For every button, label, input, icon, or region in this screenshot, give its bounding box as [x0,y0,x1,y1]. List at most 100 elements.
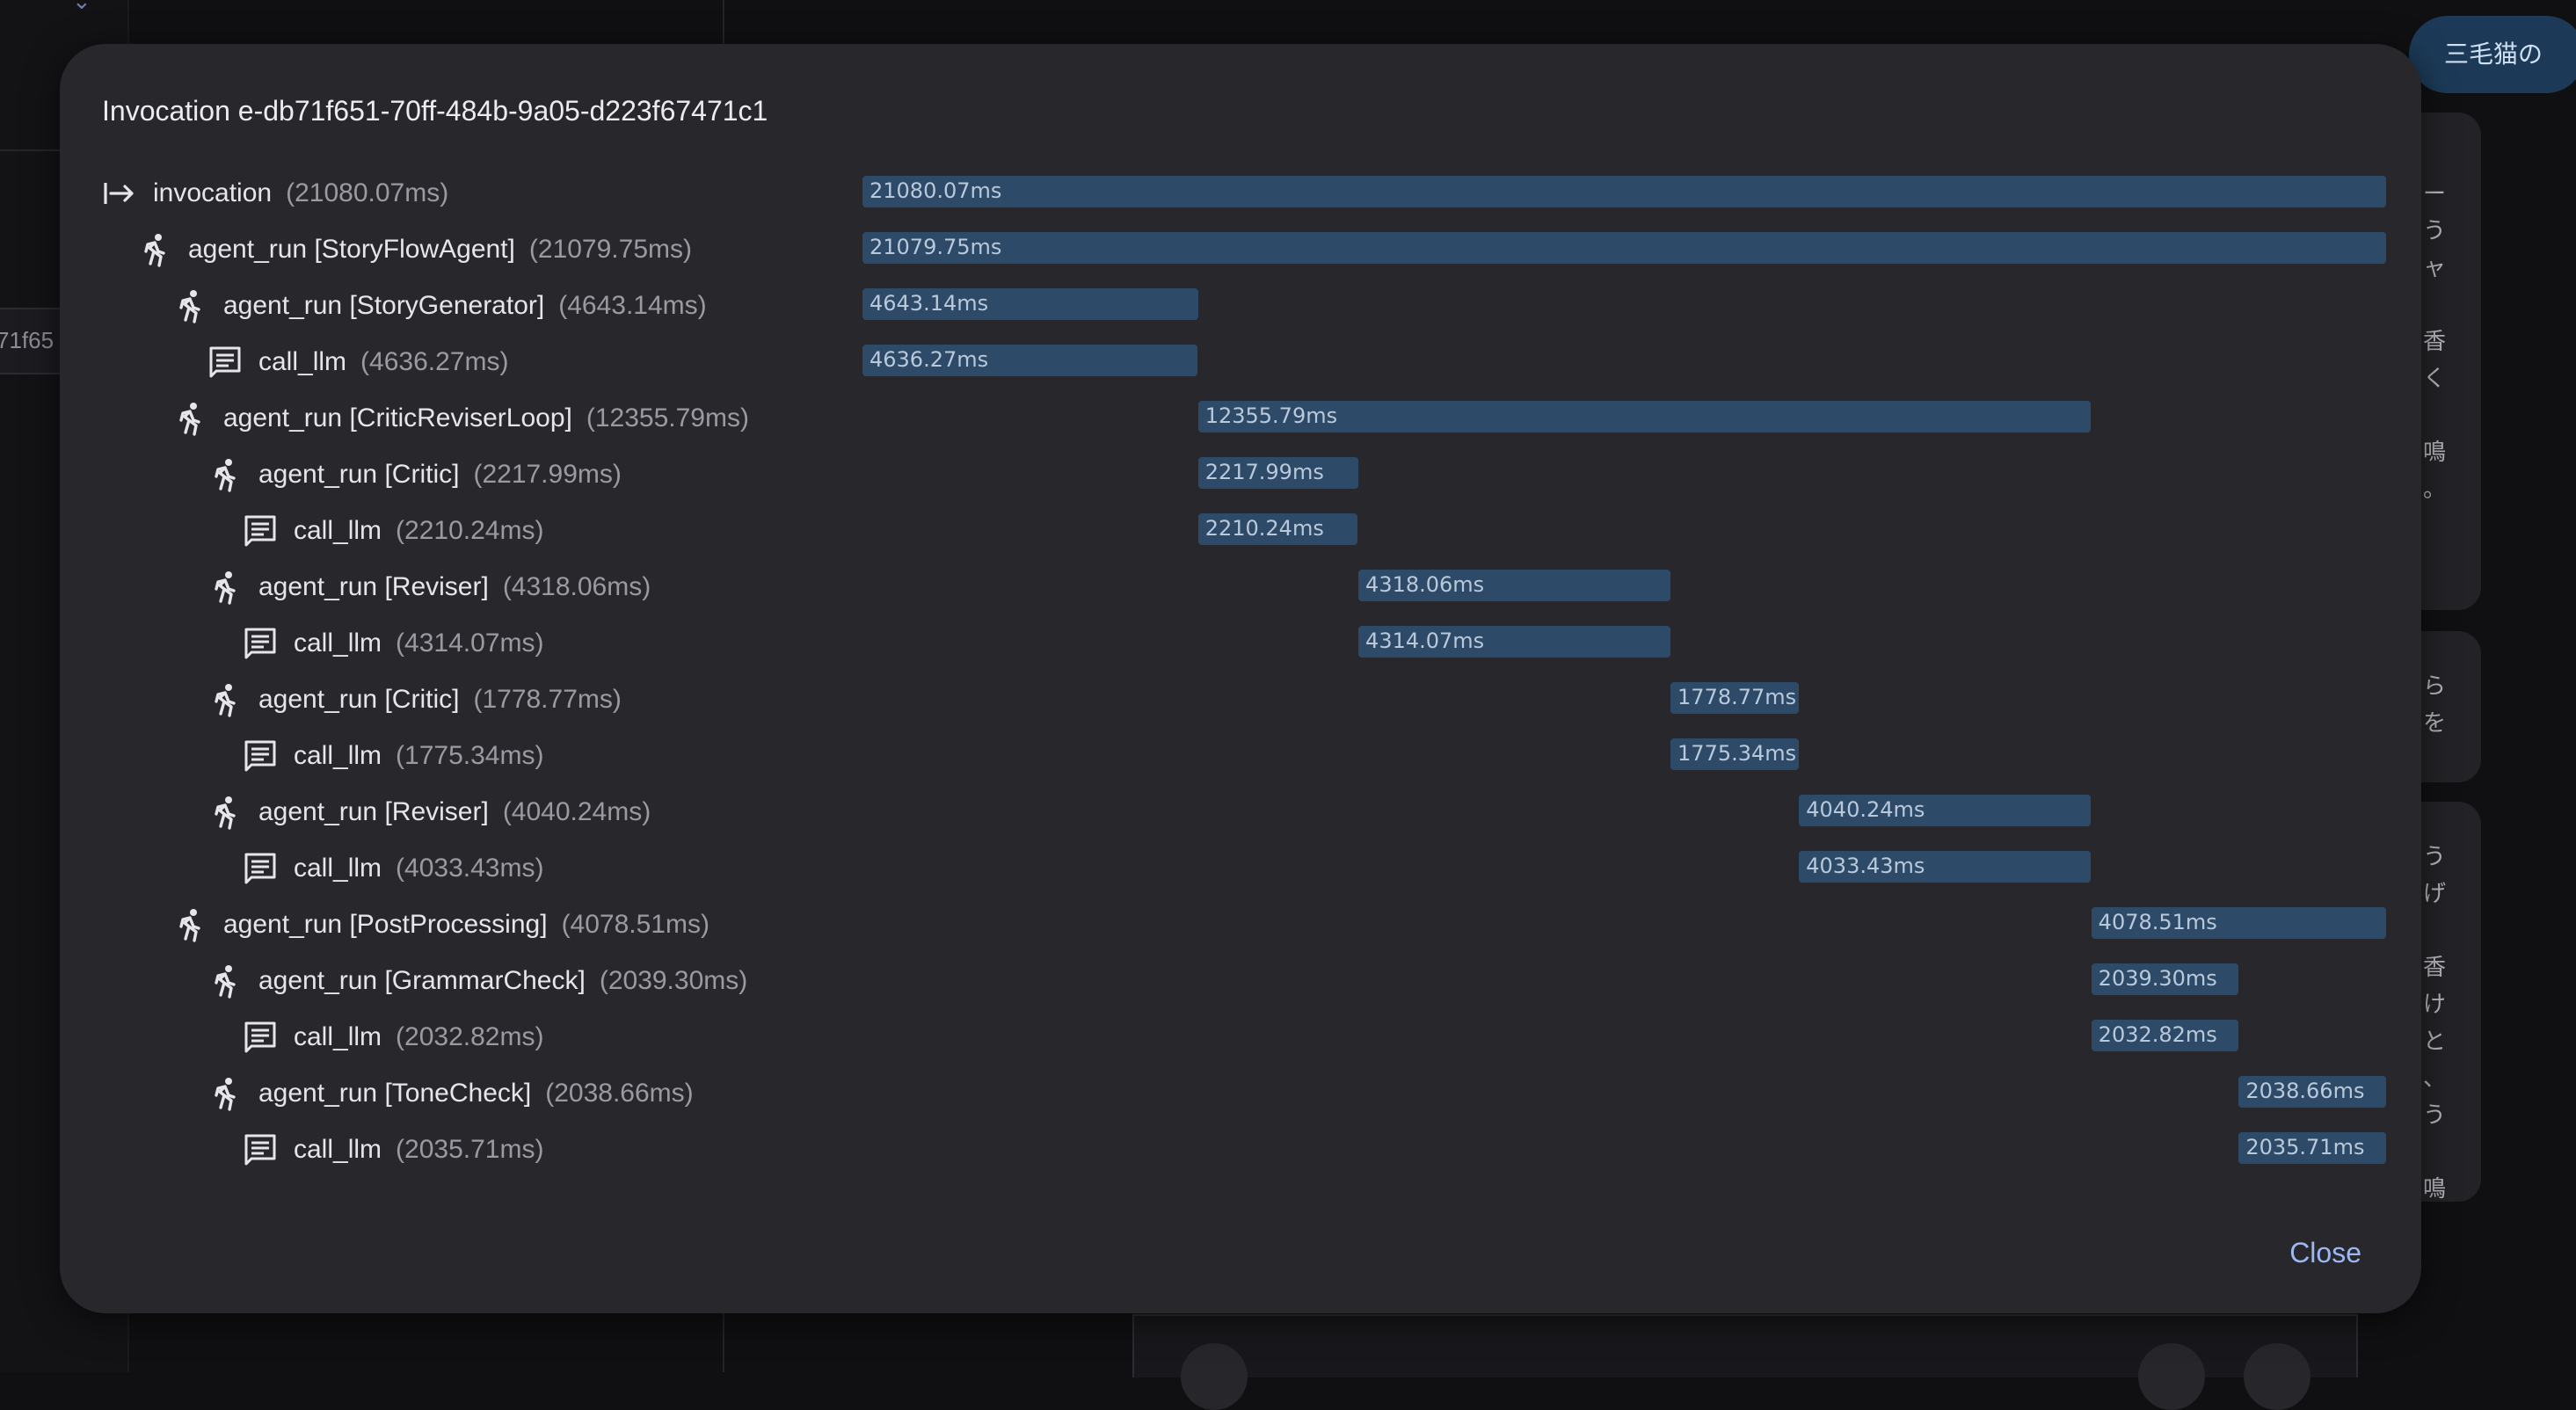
timeline-bar[interactable]: 2039.30ms [2091,963,2239,995]
span-name: agent_run [CriticReviserLoop] [223,403,572,432]
trace-row[interactable]: agent_run [GrammarCheck] (2039.30ms) 2039.… [60,953,2421,1009]
trace-row-label: call_llm (4636.27ms) [207,334,508,390]
microphone-icon[interactable] [2138,1343,2205,1410]
background-card-text: を [2423,709,2447,736]
span-duration: (4318.06ms) [502,572,651,601]
trace-row[interactable]: call_llm (4033.43ms) 4033.43ms [60,840,2421,897]
timeline-bar[interactable]: 2035.71ms [2238,1132,2386,1164]
trace-row[interactable]: call_llm (2032.82ms) 2032.82ms [60,1009,2421,1065]
timeline-bar[interactable]: 4040.24ms [1799,795,2092,826]
span-name: call_llm [294,1135,382,1164]
trace-row-label: call_llm (4033.43ms) [243,840,543,897]
span-name: agent_run [GrammarCheck] [258,966,586,995]
trace-row[interactable]: agent_run [Reviser] (4318.06ms) 4318.06ms [60,559,2421,615]
span-name: agent_run [PostProcessing] [223,910,548,939]
background-event-id-cell[interactable]: 71f65 [0,308,67,374]
trace-row[interactable]: agent_run [PostProcessing] (4078.51ms) 407… [60,897,2421,953]
background-card-text: 香 [2423,328,2447,354]
trace-row[interactable]: agent_run [ToneCheck] (2038.66ms) 2038.66m… [60,1065,2421,1122]
timeline-bar[interactable]: 1778.77ms [1670,682,1800,714]
span-duration: (4643.14ms) [558,291,707,320]
trace-row-label: call_llm (2032.82ms) [243,1009,543,1065]
background-card-text: と [2423,1028,2447,1054]
background-card-text: ー [2423,180,2447,207]
trace-row[interactable]: call_llm (4314.07ms) 4314.07ms [60,615,2421,672]
trace-row[interactable]: call_llm (2210.24ms) 2210.24ms [60,503,2421,559]
trace-row-label: call_llm (2035.71ms) [243,1122,543,1178]
chevron-down-icon[interactable]: ⌄ [72,0,91,15]
dialog-title: Invocation e-db71f651-70ff-484b-9a05-d22… [102,95,768,127]
span-name: agent_run [Reviser] [258,572,489,601]
span-name: call_llm [294,516,382,545]
span-duration: (4078.51ms) [561,910,709,939]
timeline-bar[interactable]: 21079.75ms [862,232,2386,264]
trace-row[interactable]: agent_run [StoryFlowAgent] (21079.75ms) 21… [60,222,2421,278]
llm-message-icon [207,345,243,380]
span-duration: (21080.07ms) [286,178,449,207]
attach-icon[interactable] [1181,1343,1248,1410]
trace-row-label: agent_run [Critic] (2217.99ms) [207,447,622,503]
timeline-bar[interactable]: 4643.14ms [862,288,1198,320]
timeline-bar-label: 2210.24ms [1204,516,1324,541]
background-card-text: く [2423,365,2447,391]
timeline-bar-label: 21079.75ms [870,235,1002,259]
trace-row-label: agent_run [Reviser] (4040.24ms) [207,784,651,840]
timeline-bar[interactable]: 2032.82ms [2091,1020,2238,1051]
trace-row[interactable]: call_llm (4636.27ms) 4636.27ms [60,334,2421,390]
trace-row-label: agent_run [CriticReviserLoop] (12355.79ms… [172,390,749,447]
llm-message-icon [243,851,278,886]
span-name: call_llm [294,629,382,658]
background-card-text: 鳴 [2423,1175,2447,1202]
timeline-bar-label: 4318.06ms [1365,572,1485,597]
trace-row-label: agent_run [StoryFlowAgent] (21079.75ms) [137,222,692,278]
timeline-bar-label: 4314.07ms [1365,629,1485,653]
timeline-bar[interactable]: 1775.34ms [1670,738,1799,770]
timeline-bar[interactable]: 2217.99ms [1197,457,1359,489]
timeline-bar-label: 4033.43ms [1806,854,1925,878]
send-icon[interactable] [2244,1343,2310,1410]
span-name: agent_run [Critic] [258,685,460,714]
span-duration: (2032.82ms) [396,1022,544,1051]
trace-row[interactable]: agent_run [Critic] (2217.99ms) 2217.99ms [60,447,2421,503]
span-duration: (4033.43ms) [396,854,544,883]
trace-row[interactable]: agent_run [CriticReviserLoop] (12355.79ms… [60,390,2421,447]
background-card-text: う [2423,843,2447,869]
background-user-message-pill[interactable]: 三毛猫の [2409,16,2576,93]
background-card-text: 鳴 [2423,439,2447,465]
timeline-bar-label: 4636.27ms [870,347,989,372]
trace-row[interactable]: invocation (21080.07ms) 21080.07ms [60,165,2421,222]
trace-row-label: agent_run [ToneCheck] (2038.66ms) [207,1065,694,1122]
trace-row[interactable]: agent_run [StoryGenerator] (4643.14ms) 464… [60,278,2421,334]
timeline-bar-label: 12355.79ms [1204,403,1338,428]
span-duration: (2217.99ms) [473,460,622,489]
trace-row[interactable]: agent_run [Critic] (1778.77ms) 1778.77ms [60,672,2421,728]
span-name: invocation [153,178,273,207]
timeline-bar[interactable]: 4033.43ms [1799,851,2091,883]
span-duration: (2210.24ms) [396,516,544,545]
span-name: call_llm [258,347,347,376]
timeline-bar[interactable]: 2038.66ms [2238,1076,2386,1108]
timeline-bar[interactable]: 4078.51ms [2091,907,2386,939]
timeline-bar[interactable]: 4636.27ms [862,345,1198,376]
span-name: agent_run [Reviser] [258,797,489,826]
timeline-bar[interactable]: 2210.24ms [1197,513,1358,545]
background-card-text: け [2423,991,2447,1017]
running-agent-icon [137,232,172,267]
timeline-bar[interactable]: 4318.06ms [1358,570,1671,601]
span-duration: (12355.79ms) [586,403,749,432]
running-agent-icon [207,570,243,605]
trace-row-label: agent_run [PostProcessing] (4078.51ms) [172,897,709,953]
running-agent-icon [207,682,243,717]
trace-row[interactable]: agent_run [Reviser] (4040.24ms) 4040.24ms [60,784,2421,840]
span-name: agent_run [StoryFlowAgent] [188,235,515,264]
trace-row[interactable]: call_llm (1775.34ms) 1775.34ms [60,728,2421,784]
background-card-text: 。 [2423,476,2447,502]
running-agent-icon [207,963,243,999]
span-name: agent_run [StoryGenerator] [223,291,545,320]
close-button[interactable]: Close [2289,1237,2361,1269]
timeline-bar-label: 4643.14ms [870,291,989,316]
timeline-bar[interactable]: 21080.07ms [862,176,2386,207]
timeline-bar[interactable]: 4314.07ms [1358,626,1670,658]
trace-row[interactable]: call_llm (2035.71ms) 2035.71ms [60,1122,2421,1178]
timeline-bar[interactable]: 12355.79ms [1197,401,2092,432]
